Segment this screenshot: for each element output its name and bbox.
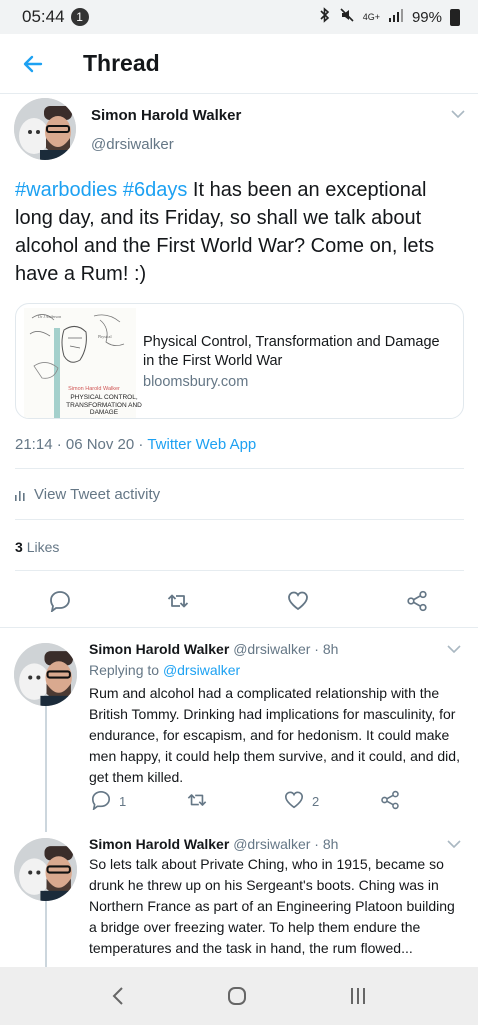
- likes-count: 3: [15, 539, 23, 555]
- bar-chart-icon: [15, 490, 25, 501]
- source-link[interactable]: Twitter Web App: [147, 436, 256, 453]
- avatar[interactable]: [14, 98, 76, 160]
- bluetooth-icon: [319, 7, 331, 27]
- view-activity-link[interactable]: View Tweet activity: [15, 486, 160, 503]
- thread-line: [45, 901, 47, 967]
- nav-recents-icon[interactable]: [349, 987, 367, 1005]
- nav-back-icon[interactable]: [111, 986, 125, 1006]
- retweet-icon[interactable]: [167, 590, 189, 612]
- replying-label: Replying to: [89, 662, 163, 678]
- likes-label: Likes: [26, 539, 60, 555]
- battery-icon: [450, 8, 460, 26]
- reply-icon[interactable]: [49, 590, 71, 612]
- back-arrow-icon[interactable]: [21, 52, 45, 76]
- replying-to: Replying to @drsiwalker: [89, 662, 240, 678]
- divider: [15, 519, 464, 520]
- reply-meta: @drsiwalker · 8h: [233, 641, 339, 657]
- avatar[interactable]: [14, 643, 77, 706]
- link-card[interactable]: Dr J Anderson Physical Simon Harold Walk…: [15, 303, 464, 419]
- card-domain: bloomsbury.com: [143, 374, 249, 390]
- replying-handle[interactable]: @drsiwalker: [163, 662, 240, 678]
- book-cover-thumbnail: Dr J Anderson Physical Simon Harold Walk…: [24, 308, 142, 418]
- reply-count: 1: [119, 794, 127, 809]
- reply-author[interactable]: Simon Harold Walker @drsiwalker · 8h: [89, 641, 338, 657]
- thread-line: [45, 706, 47, 832]
- tweet-text: #warbodies #6days It has been an excepti…: [15, 176, 465, 288]
- like-count: 2: [312, 794, 320, 809]
- hashtag-links[interactable]: #warbodies #6days: [15, 179, 187, 201]
- svg-text:Physical: Physical: [98, 334, 112, 339]
- avatar[interactable]: [14, 838, 77, 901]
- chevron-down-icon[interactable]: [447, 645, 461, 653]
- thumb-author: Simon Harold Walker: [68, 386, 120, 392]
- chevron-down-icon[interactable]: [447, 840, 461, 848]
- author-name[interactable]: Simon Harold Walker: [91, 107, 241, 124]
- status-icons: 4G+ 99%: [319, 7, 460, 27]
- reply-author[interactable]: Simon Harold Walker @drsiwalker · 8h: [89, 836, 338, 852]
- reply-icon[interactable]: [91, 790, 111, 810]
- battery-percent: 99%: [411, 8, 442, 26]
- mute-icon: [339, 7, 355, 27]
- notification-badge: 1: [70, 8, 89, 26]
- status-bar: 05:44 1 4G+ 99%: [0, 0, 478, 34]
- reply-author-name: Simon Harold Walker: [89, 641, 230, 657]
- reply-text: Rum and alcohol had a complicated relati…: [89, 685, 460, 785]
- app-header: Thread: [0, 34, 478, 94]
- svg-text:Dr J Anderson: Dr J Anderson: [38, 314, 61, 319]
- page-title: Thread: [83, 50, 160, 76]
- like-icon[interactable]: [287, 590, 309, 612]
- tweet-timestamp: 21:14 · 06 Nov 20 · Twitter Web App: [15, 436, 256, 453]
- reply-author-name: Simon Harold Walker: [89, 836, 230, 852]
- reply-meta: @drsiwalker · 8h: [233, 836, 339, 852]
- thumb-title: PHYSICAL CONTROL, TRANSFORMATION AND DAM…: [66, 394, 142, 416]
- nav-home-icon[interactable]: [227, 986, 247, 1006]
- divider: [0, 627, 478, 628]
- author-handle[interactable]: @drsiwalker: [91, 136, 174, 153]
- like-icon[interactable]: [284, 790, 304, 810]
- chevron-down-icon[interactable]: [451, 110, 465, 118]
- divider: [15, 570, 464, 571]
- activity-label: View Tweet activity: [34, 486, 161, 503]
- likes-summary[interactable]: 3 Likes: [15, 539, 59, 555]
- signal-icon: [388, 8, 404, 26]
- retweet-icon[interactable]: [187, 790, 207, 810]
- network-type: 4G+: [362, 11, 380, 22]
- timestamp-text: 21:14 · 06 Nov 20 ·: [15, 436, 148, 453]
- divider: [15, 468, 464, 469]
- share-icon[interactable]: [406, 590, 428, 612]
- reply-text: So lets talk about Private Ching, who in…: [89, 856, 455, 956]
- card-title: Physical Control, Transformation and Dam…: [143, 334, 440, 369]
- system-nav-bar: [0, 967, 478, 1025]
- share-icon[interactable]: [380, 790, 400, 810]
- status-time: 05:44: [22, 7, 65, 26]
